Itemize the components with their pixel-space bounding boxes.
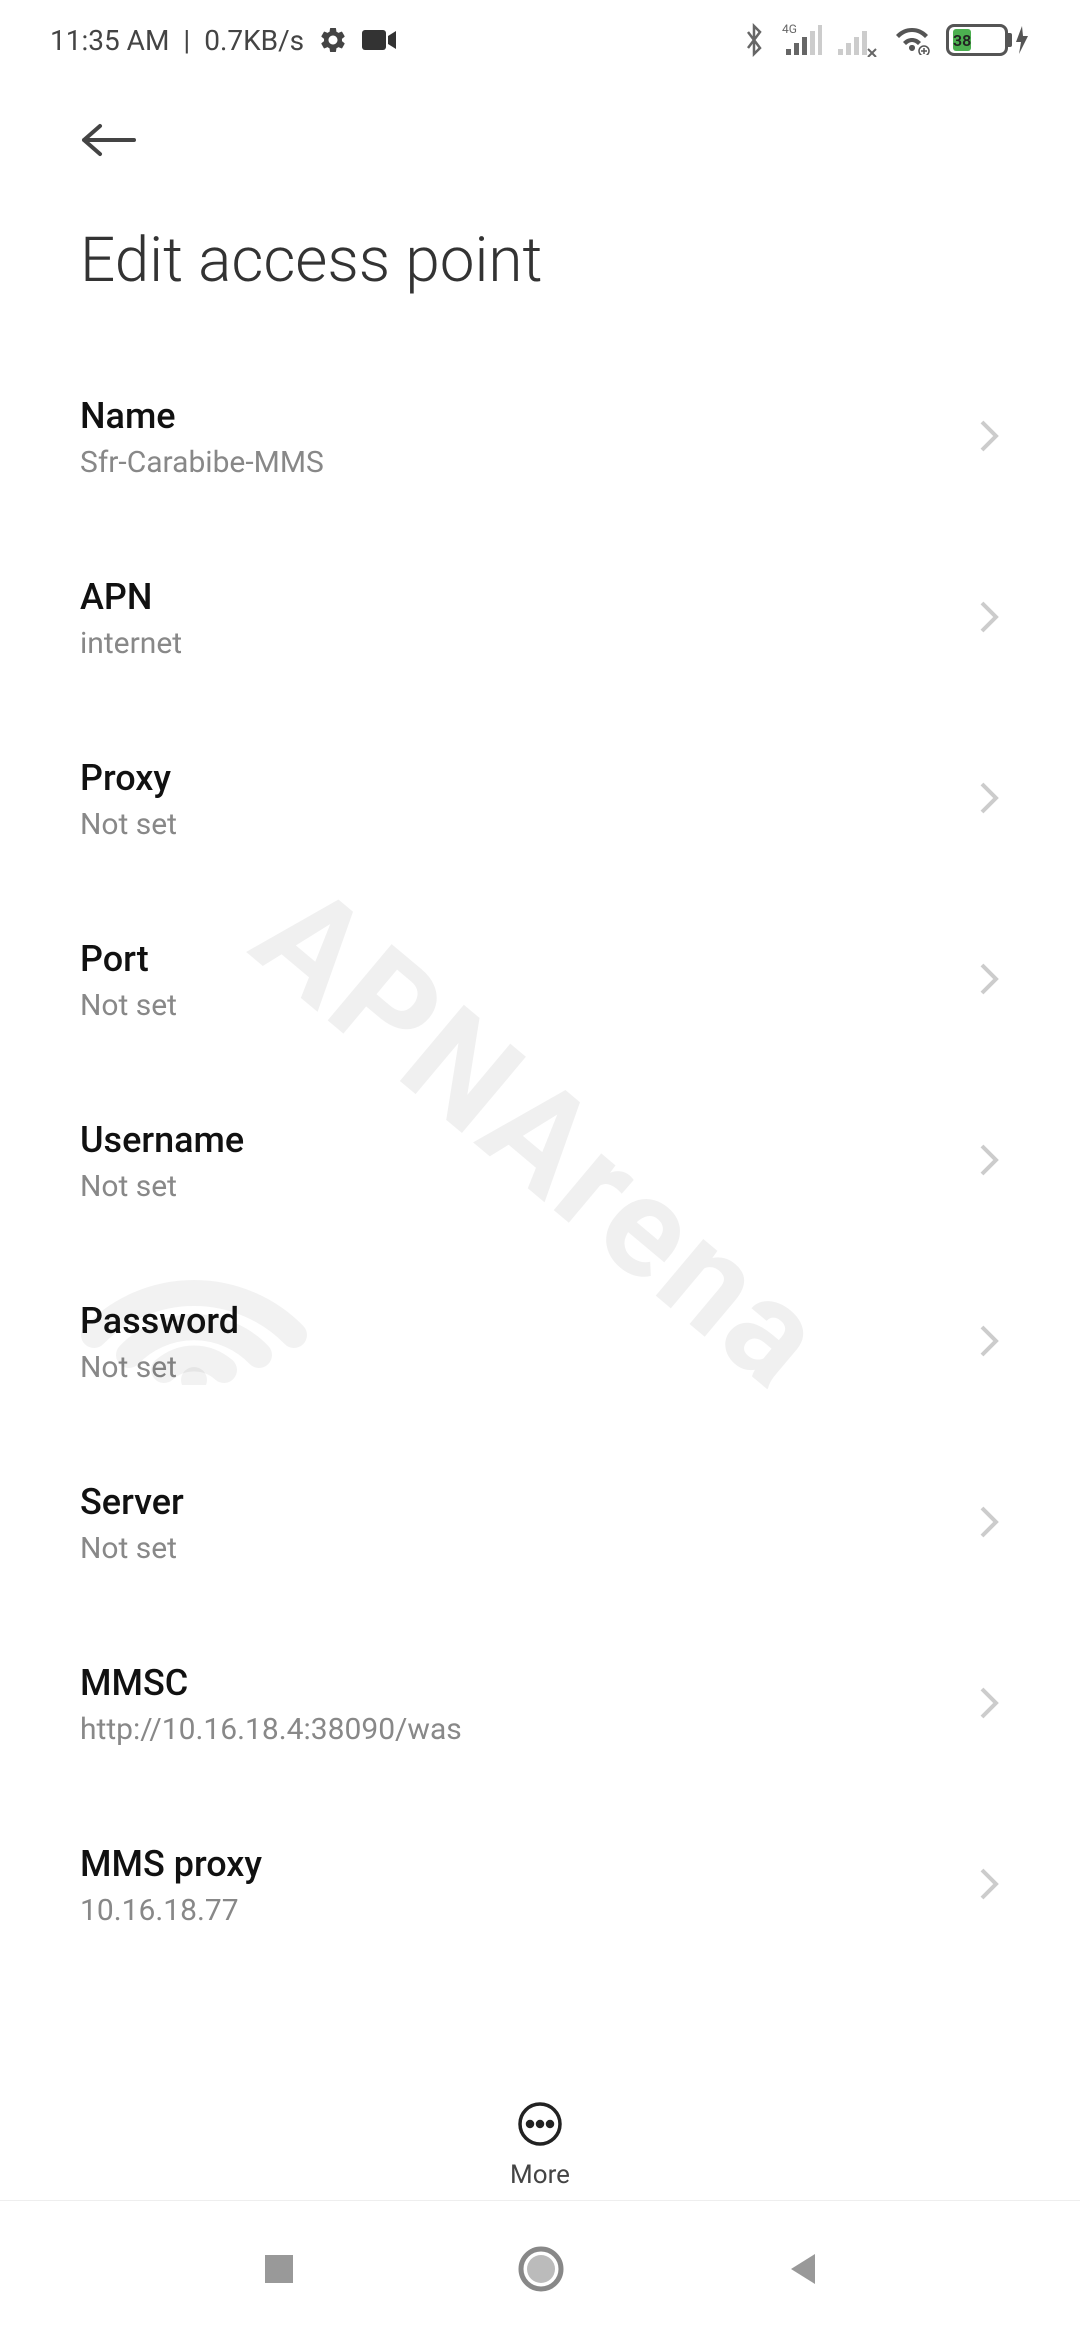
- back-button[interactable]: [80, 145, 136, 164]
- item-value: Not set: [80, 988, 978, 1023]
- item-title: Name: [80, 395, 978, 437]
- charging-icon: [1014, 26, 1030, 54]
- item-value: Sfr-Carabibe-MMS: [80, 445, 978, 480]
- item-value: Not set: [80, 1169, 978, 1204]
- item-value: 10.16.18.77: [80, 1893, 978, 1928]
- chevron-right-icon: [978, 1685, 1000, 1725]
- port-row[interactable]: Port Not set: [80, 890, 1000, 1071]
- item-title: Password: [80, 1300, 978, 1342]
- item-title: MMS proxy: [80, 1843, 978, 1885]
- nav-recent-button[interactable]: [261, 2251, 297, 2291]
- settings-list: Name Sfr-Carabibe-MMS APN internet Proxy…: [0, 347, 1080, 1976]
- more-button[interactable]: [516, 2100, 564, 2152]
- item-value: internet: [80, 626, 978, 661]
- item-title: APN: [80, 576, 978, 618]
- status-bar: 11:35 AM | 0.7KB/s 4G 38: [0, 0, 1080, 80]
- gear-icon: [318, 25, 348, 55]
- signal-4g-icon: 4G: [782, 23, 822, 57]
- server-row[interactable]: Server Not set: [80, 1433, 1000, 1614]
- chevron-right-icon: [978, 418, 1000, 458]
- chevron-right-icon: [978, 780, 1000, 820]
- chevron-right-icon: [978, 961, 1000, 1001]
- item-title: Username: [80, 1119, 978, 1161]
- apn-name-row[interactable]: Name Sfr-Carabibe-MMS: [80, 347, 1000, 528]
- wifi-icon: [894, 25, 930, 55]
- item-title: Port: [80, 938, 978, 980]
- nav-home-button[interactable]: [518, 2246, 564, 2296]
- chevron-right-icon: [978, 599, 1000, 639]
- apn-row[interactable]: APN internet: [80, 528, 1000, 709]
- item-value: Not set: [80, 1350, 978, 1385]
- mmsc-row[interactable]: MMSC http://10.16.18.4:38090/was: [80, 1614, 1000, 1795]
- chevron-right-icon: [978, 1323, 1000, 1363]
- item-value: Not set: [80, 1531, 978, 1566]
- username-row[interactable]: Username Not set: [80, 1071, 1000, 1252]
- chevron-right-icon: [978, 1142, 1000, 1182]
- page-title: Edit access point: [0, 184, 1080, 347]
- camera-icon: [362, 28, 396, 52]
- password-row[interactable]: Password Not set: [80, 1252, 1000, 1433]
- more-label: More: [510, 2160, 570, 2190]
- chevron-right-icon: [978, 1504, 1000, 1544]
- navigation-bar: [0, 2200, 1080, 2340]
- battery-level: 38: [953, 29, 971, 51]
- nav-back-button[interactable]: [785, 2250, 819, 2292]
- proxy-row[interactable]: Proxy Not set: [80, 709, 1000, 890]
- bluetooth-icon: [742, 23, 766, 57]
- battery-indicator: 38: [946, 24, 1030, 56]
- item-value: Not set: [80, 807, 978, 842]
- signal-none-icon: [838, 23, 878, 57]
- item-title: Server: [80, 1481, 978, 1523]
- mms-proxy-row[interactable]: MMS proxy 10.16.18.77: [80, 1795, 1000, 1976]
- status-time: 11:35 AM: [50, 24, 169, 57]
- item-title: Proxy: [80, 757, 978, 799]
- status-separator: |: [183, 24, 190, 57]
- status-speed: 0.7KB/s: [204, 24, 304, 57]
- svg-text:4G: 4G: [782, 23, 797, 36]
- item-title: MMSC: [80, 1662, 978, 1704]
- chevron-right-icon: [978, 1866, 1000, 1906]
- item-value: http://10.16.18.4:38090/was: [80, 1712, 978, 1747]
